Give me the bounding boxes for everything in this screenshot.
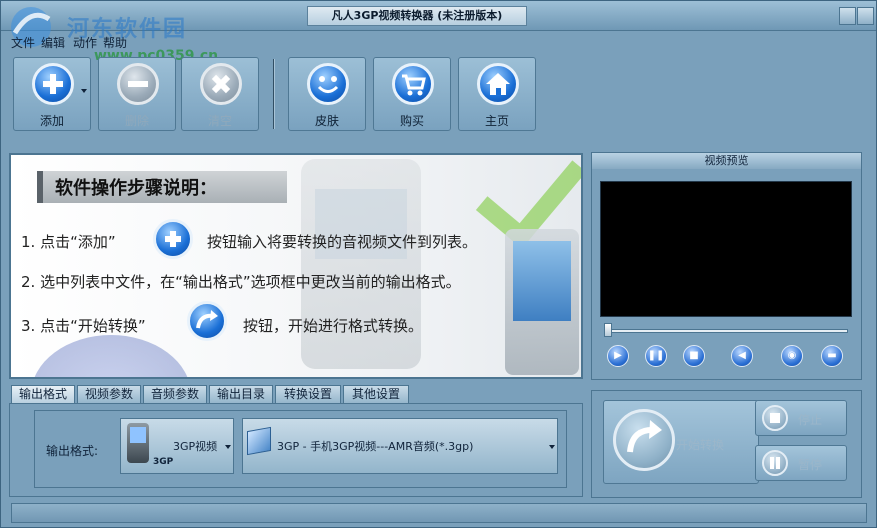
preview-title: 视频预览	[592, 153, 861, 169]
step-3-text-end: 按钮，开始进行格式转换。	[243, 317, 424, 335]
profile-dropdown-arrow-icon[interactable]	[549, 445, 555, 449]
tab-convert-settings[interactable]: 转换设置	[275, 385, 341, 403]
decorative-disc	[31, 335, 191, 377]
step-2-text: 2. 选中列表中文件，在“输出格式”选项框中更改当前的输出格式。	[21, 273, 461, 291]
play-button[interactable]: ▶	[607, 345, 629, 367]
phone-screen-icon	[130, 427, 146, 443]
add-dropdown-arrow-icon[interactable]	[81, 89, 87, 93]
step-1-text: 1. 点击“添加”	[21, 233, 116, 251]
tab-audio-params[interactable]: 音频参数	[143, 385, 207, 403]
step-3-text: 3. 点击“开始转换”	[21, 317, 146, 335]
remove-label: 删除	[124, 114, 149, 128]
format-cube-icon	[247, 426, 271, 456]
volume-icon: ◀	[738, 350, 746, 361]
menu-help[interactable]: 帮助	[103, 34, 127, 51]
pause-icon: ❚❚	[647, 350, 665, 361]
pause-icon	[762, 450, 788, 476]
minimize-button[interactable]	[839, 7, 856, 25]
clear-label: 清空	[207, 114, 232, 128]
volume-button[interactable]: ◀	[731, 345, 753, 367]
profile-select-value: 3GP - 手机3GP视频---AMR音频(*.3gp)	[277, 440, 474, 453]
device-select-value: 3GP视频	[173, 440, 218, 453]
stop-button[interactable]: 停止	[755, 400, 847, 436]
stop-icon: ■	[689, 350, 699, 361]
menu-edit[interactable]: 编辑	[41, 34, 65, 51]
pause-button[interactable]: ❚❚	[645, 345, 667, 367]
device-dropdown-arrow-icon[interactable]	[225, 445, 231, 449]
pause-convert-button[interactable]: 暂停	[755, 445, 847, 481]
buy-button[interactable]: 购买	[373, 57, 451, 131]
add-label: 添加	[39, 114, 64, 128]
snapshot-button[interactable]: ◉	[781, 345, 803, 367]
tab-output-format[interactable]: 输出格式	[11, 385, 75, 403]
toolbar-separator	[273, 59, 275, 129]
stop-playback-button[interactable]: ■	[683, 345, 705, 367]
pda-screen-image	[513, 241, 571, 321]
app-window: 凡人3GP视频转换器 (未注册版本) 河东软件园 www.pc0359.cn 文…	[0, 0, 877, 528]
menu-bar: 文件 编辑 动作 帮助	[1, 32, 876, 52]
output-format-label: 输出格式:	[46, 444, 99, 458]
status-bar	[11, 503, 867, 523]
device-caption: 3GP	[153, 457, 174, 467]
camera-icon: ◉	[787, 350, 797, 361]
start-convert-label: 开始转换	[676, 438, 725, 452]
stop-icon	[762, 405, 788, 431]
skin-label: 皮肤	[314, 114, 339, 128]
close-button[interactable]	[857, 7, 874, 25]
window-title: 凡人3GP视频转换器 (未注册版本)	[307, 6, 527, 26]
tab-other-settings[interactable]: 其他设置	[343, 385, 409, 403]
plus-icon	[32, 63, 74, 105]
pause-label: 暂停	[798, 458, 823, 472]
play-icon: ▶	[614, 350, 622, 361]
instructions-panel: 软件操作步骤说明： 1. 点击“添加” 按钮输入将要转换的音视频文件到列表。 2…	[9, 153, 583, 379]
smiley-icon	[307, 63, 349, 105]
seek-bar[interactable]	[606, 329, 848, 333]
folder-icon: ▬	[827, 350, 837, 361]
stop-label: 停止	[798, 413, 823, 427]
open-folder-button[interactable]: ▬	[821, 345, 843, 367]
seek-thumb[interactable]	[604, 323, 612, 337]
home-label: 主页	[484, 114, 509, 128]
home-icon	[477, 63, 519, 105]
skin-button[interactable]: 皮肤	[288, 57, 366, 131]
remove-button[interactable]: 删除	[98, 57, 176, 131]
add-button[interactable]: 添加	[13, 57, 91, 131]
video-preview-panel: 视频预览 ▶ ❚❚ ■ ◀ ◉ ▬	[591, 152, 862, 380]
convert-arrow-icon	[613, 409, 675, 471]
cart-icon	[392, 63, 434, 105]
step-1-text-end: 按钮输入将要转换的音视频文件到列表。	[207, 233, 478, 251]
buy-label: 购买	[399, 114, 424, 128]
tab-output-dir[interactable]: 输出目录	[209, 385, 273, 403]
guide-heading: 软件操作步骤说明：	[55, 178, 217, 199]
plus-icon	[153, 219, 193, 259]
clear-x-icon	[200, 63, 242, 105]
minus-icon	[117, 63, 159, 105]
video-screen	[600, 181, 852, 317]
menu-file[interactable]: 文件	[11, 34, 35, 51]
menu-action[interactable]: 动作	[73, 34, 97, 51]
guide-heading-bar: 软件操作步骤说明：	[37, 171, 287, 203]
clear-button[interactable]: 清空	[181, 57, 259, 131]
convert-arrow-icon	[187, 301, 227, 341]
tab-video-params[interactable]: 视频参数	[77, 385, 141, 403]
home-button[interactable]: 主页	[458, 57, 536, 131]
